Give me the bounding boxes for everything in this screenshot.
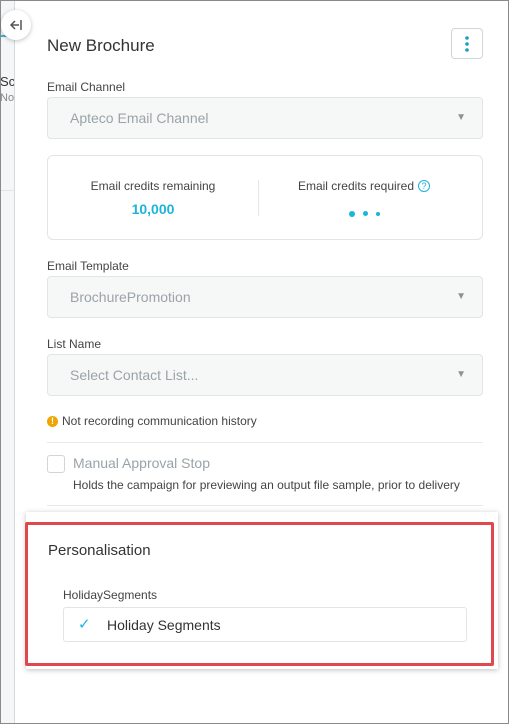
email-channel-value: Apteco Email Channel bbox=[70, 110, 209, 126]
dropdown-caret-icon: ▼ bbox=[456, 291, 466, 302]
dropdown-caret-icon: ▼ bbox=[456, 369, 466, 380]
credits-remaining-section: Email credits remaining 10,000 bbox=[48, 156, 258, 241]
email-template-select[interactable]: BrochurePromotion ▼ bbox=[47, 276, 483, 318]
holiday-segments-value: Holiday Segments bbox=[107, 617, 221, 633]
divider bbox=[47, 505, 483, 506]
kebab-menu-icon bbox=[465, 35, 469, 52]
manual-approval-label: Manual Approval Stop bbox=[73, 455, 210, 471]
email-channel-select[interactable]: Apteco Email Channel ▼ bbox=[47, 97, 483, 139]
background-text-1: Sch bbox=[0, 74, 15, 89]
list-name-placeholder: Select Contact List... bbox=[70, 367, 199, 383]
list-name-select[interactable]: Select Contact List... ▼ bbox=[47, 354, 483, 396]
manual-approval-description: Holds the campaign for previewing an out… bbox=[73, 478, 460, 492]
email-template-label: Email Template bbox=[47, 259, 129, 273]
background-text-2: No bbox=[0, 92, 15, 104]
credits-required-label: Email credits required bbox=[297, 179, 415, 193]
history-notice-text: Not recording communication history bbox=[62, 414, 257, 428]
new-brochure-panel: New Brochure Email Channel Apteco Email … bbox=[16, 0, 508, 724]
personalisation-title: Personalisation bbox=[48, 542, 151, 559]
loading-dot bbox=[362, 211, 368, 217]
page-title: New Brochure bbox=[47, 36, 155, 55]
email-credits-card: Email credits remaining 10,000 Email cre… bbox=[47, 155, 483, 240]
history-notice: ! Not recording communication history bbox=[47, 414, 257, 428]
loading-dot bbox=[375, 211, 380, 216]
credits-remaining-value: 10,000 bbox=[131, 201, 175, 217]
list-name-label: List Name bbox=[47, 337, 102, 351]
manual-approval-checkbox[interactable] bbox=[47, 455, 65, 473]
collapse-left-icon bbox=[9, 20, 22, 30]
divider bbox=[47, 442, 483, 443]
holiday-segments-label: HolidaySegments bbox=[63, 588, 158, 602]
more-options-button[interactable] bbox=[451, 28, 483, 59]
holiday-segments-field[interactable]: ✓ Holiday Segments bbox=[63, 607, 467, 642]
credits-remaining-label: Email credits remaining bbox=[90, 179, 216, 193]
email-channel-label: Email Channel bbox=[47, 80, 126, 94]
credits-required-section: Email credits required? bbox=[259, 156, 469, 241]
warning-icon: ! bbox=[47, 415, 58, 427]
credits-required-label-row: Email credits required? bbox=[259, 179, 469, 193]
loading-dots-icon bbox=[259, 205, 469, 223]
help-icon[interactable]: ? bbox=[418, 180, 431, 192]
background-divider bbox=[0, 190, 14, 191]
loading-dot bbox=[348, 210, 355, 217]
checkmark-icon: ✓ bbox=[78, 616, 91, 633]
background-app-strip: Sch No bbox=[0, 0, 15, 724]
email-template-value: BrochurePromotion bbox=[70, 289, 191, 305]
collapse-panel-button[interactable] bbox=[1, 10, 31, 40]
dropdown-caret-icon: ▼ bbox=[456, 112, 466, 123]
personalisation-section: Personalisation HolidaySegments ✓ Holida… bbox=[26, 512, 498, 669]
